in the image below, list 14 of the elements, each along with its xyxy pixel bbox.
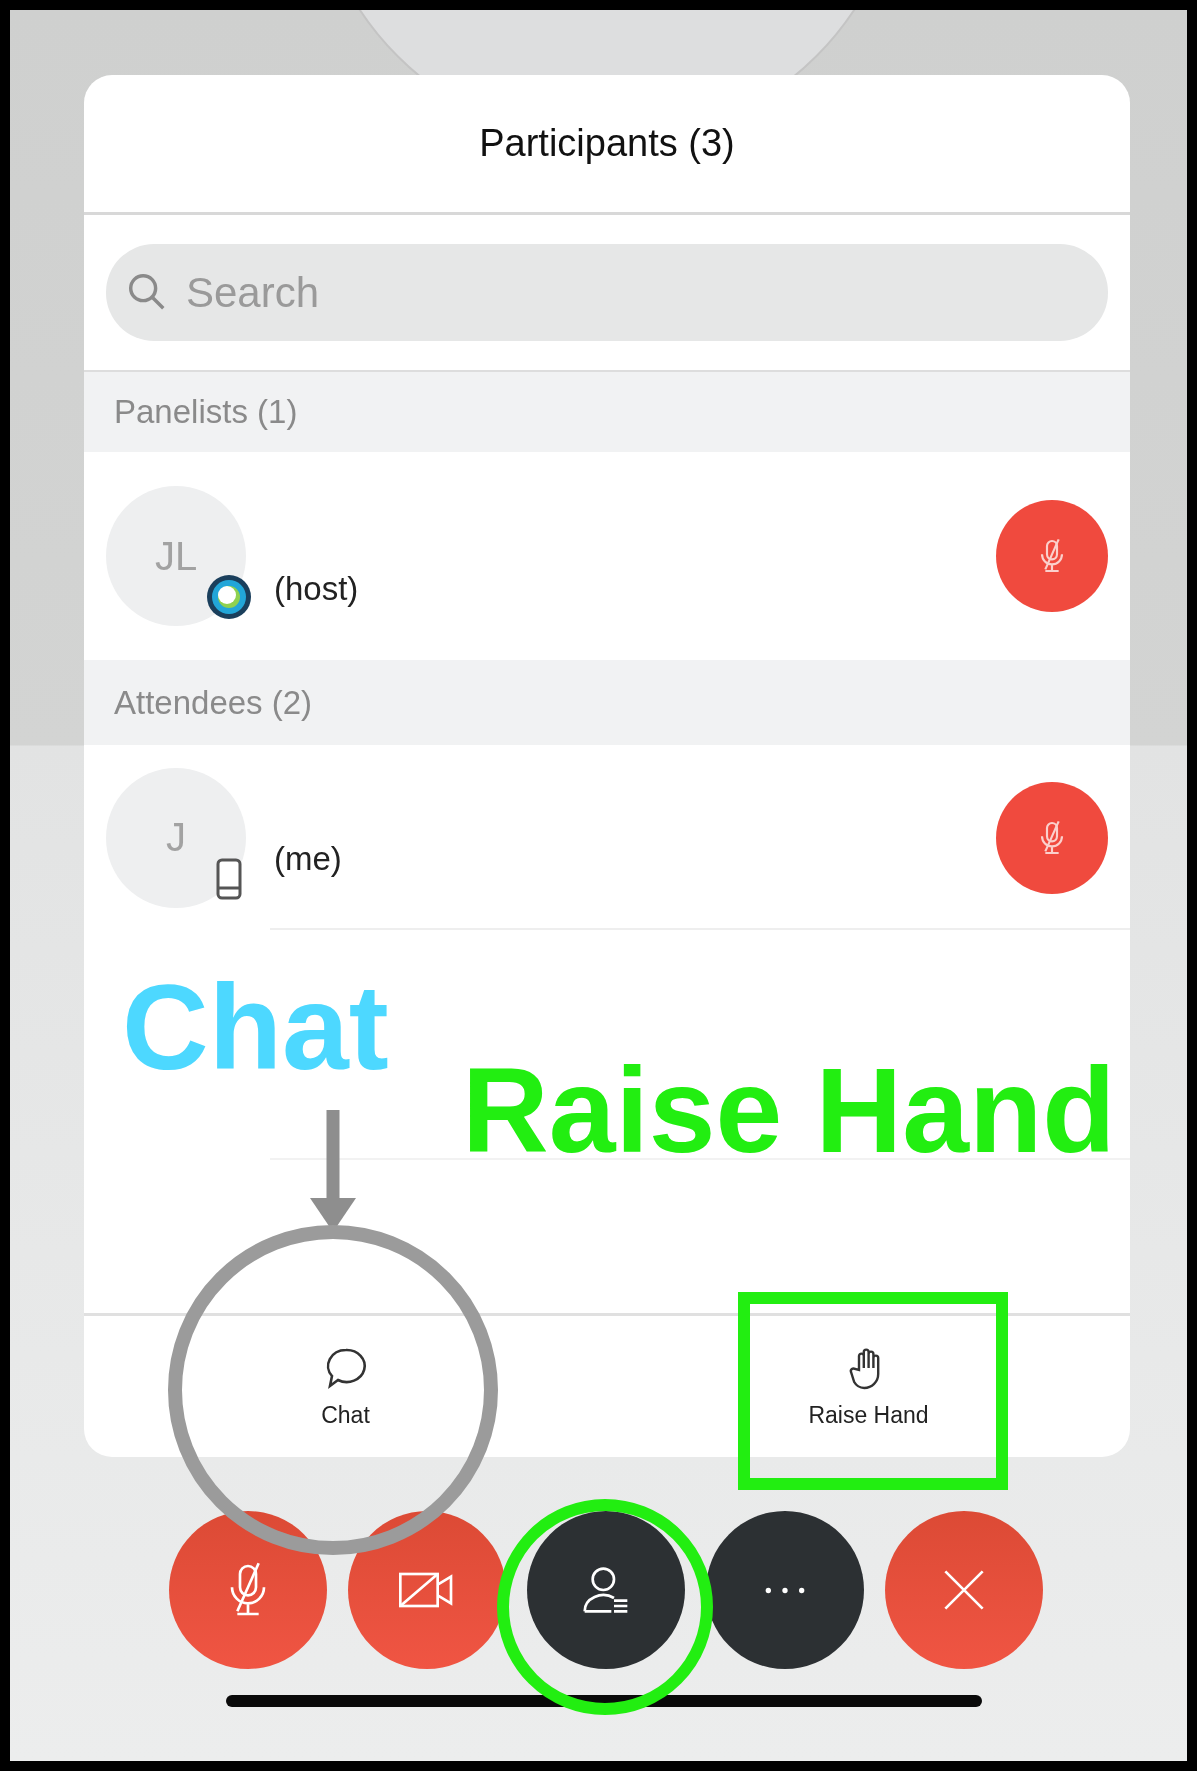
action-button[interactable]: Chat (84, 1316, 607, 1457)
participant-role: (me) (274, 840, 343, 878)
annotation-label: Raise Hand (462, 1050, 1116, 1170)
avatar-initials: JL (154, 533, 198, 579)
action-button[interactable]: Raise Hand (607, 1316, 1130, 1457)
participants-button[interactable] (527, 1511, 685, 1669)
search-field[interactable]: Search (106, 244, 1108, 341)
panel-title: Participants (3) (479, 122, 735, 165)
avatar-initials: J (166, 815, 186, 860)
section-header: Attendees (2) (114, 683, 313, 722)
annotation-label: Chat (122, 967, 389, 1087)
more-icon (765, 1586, 805, 1594)
section-header: Panelists (1) (114, 393, 298, 431)
participant-role: (host) (274, 570, 360, 608)
